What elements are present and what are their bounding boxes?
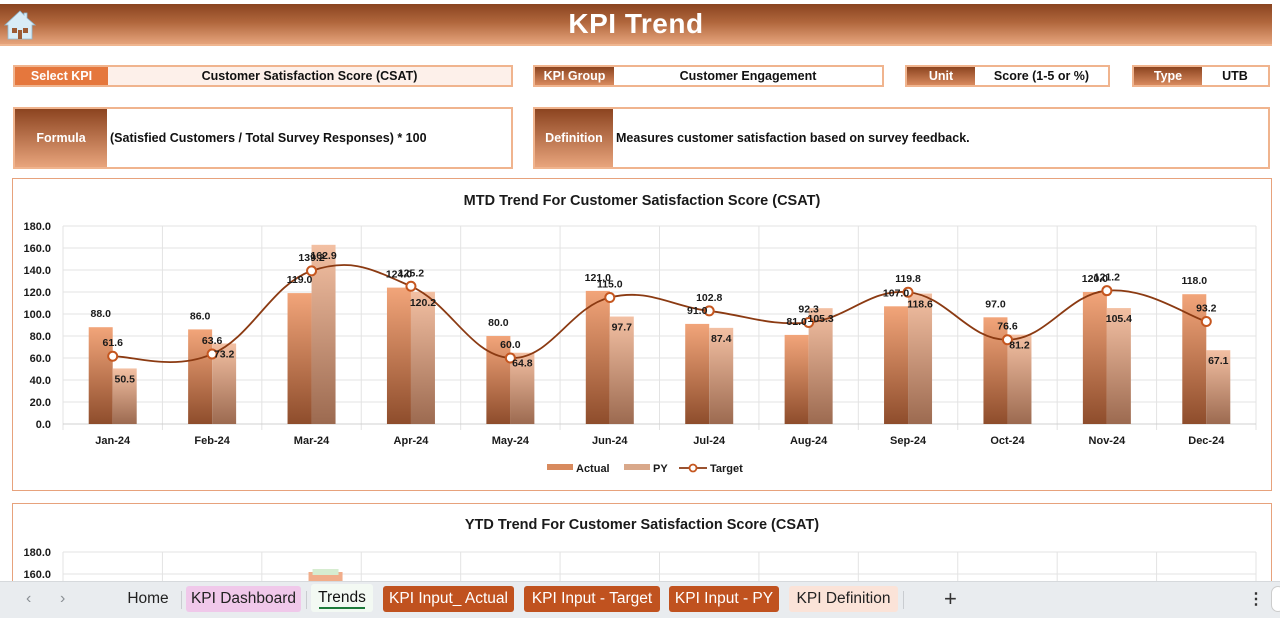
tab-trends[interactable]: Trends <box>311 584 373 612</box>
tab-trends-label: Trends <box>318 589 366 606</box>
y-tick-label: 160.0 <box>23 569 51 581</box>
tab-kpi-input-target[interactable]: KPI Input - Target <box>524 586 660 612</box>
tab-separator <box>903 591 904 609</box>
ytd-trend-chart: 160.0 180.0 <box>23 547 1257 582</box>
sheet-tab-bar: ‹ › Home KPI Dashboard Trends KPI Input_… <box>0 581 1280 618</box>
prev-sheet-icon[interactable]: ‹ <box>26 590 31 608</box>
next-sheet-icon[interactable]: › <box>60 590 65 608</box>
tab-kpi-definition[interactable]: KPI Definition <box>789 586 898 612</box>
tab-kpi-input-actual[interactable]: KPI Input_ Actual <box>383 586 514 612</box>
tab-home[interactable]: Home <box>120 586 176 612</box>
tab-kpi-dashboard[interactable]: KPI Dashboard <box>186 586 301 612</box>
data-label-partial <box>312 569 339 575</box>
tab-separator <box>306 591 307 609</box>
kpi-trend-sheet: KPI Trend Select KPI Customer Satisfacti… <box>0 0 1280 618</box>
tab-kpi-input-py[interactable]: KPI Input - PY <box>669 586 779 612</box>
more-options-icon[interactable]: ⋮ <box>1248 589 1264 609</box>
add-sheet-button[interactable]: + <box>944 586 957 612</box>
tab-separator <box>181 591 182 609</box>
horizontal-scrollbar-handle[interactable] <box>1271 586 1280 612</box>
y-tick-label: 180.0 <box>23 547 51 559</box>
active-tab-underline <box>319 607 365 609</box>
